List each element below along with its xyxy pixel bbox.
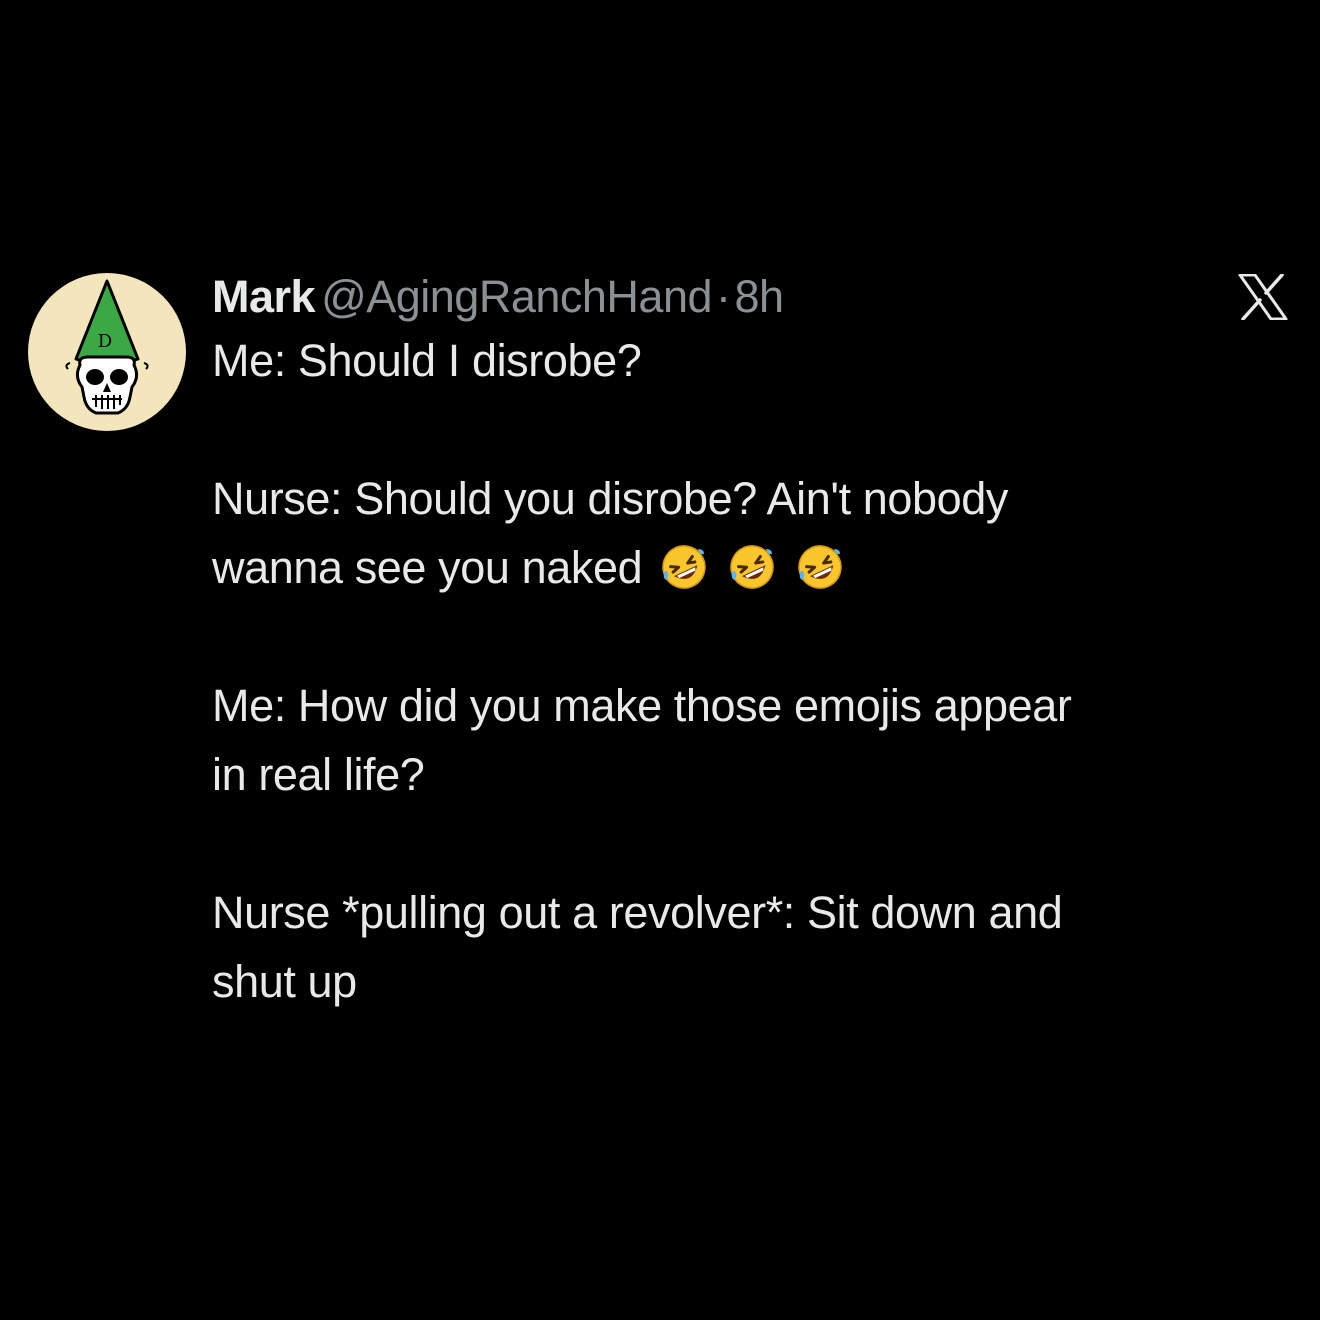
rofl-emoji-icon (796, 541, 844, 589)
text-line: in real life? (212, 749, 425, 800)
text-line: wanna see you naked (212, 542, 643, 593)
text-line: Me: Should I disrobe? (212, 335, 642, 386)
text-line: Me: How did you make those emojis appear (212, 680, 1072, 731)
paragraph-3: Me: How did you make those emojis appear… (212, 671, 1292, 809)
text-line: Nurse: Should you disrobe? Ain't nobody (212, 473, 1009, 524)
tweet-text: Me: Should I disrobe? Nurse: Should you … (212, 326, 1292, 1016)
x-logo-icon[interactable] (1238, 273, 1288, 321)
text-line: shut up (212, 956, 357, 1007)
paragraph-4: Nurse *pulling out a revolver*: Sit down… (212, 878, 1292, 1016)
paragraph-2: Nurse: Should you disrobe? Ain't nobody … (212, 464, 1292, 602)
author-name[interactable]: Mark (212, 271, 316, 322)
author-handle[interactable]: @AgingRanchHand (321, 271, 712, 322)
paragraph-1: Me: Should I disrobe? (212, 326, 1292, 395)
rofl-emoji-icon (728, 541, 776, 589)
tweet-header: Mark @AgingRanchHand·8h (212, 268, 1292, 326)
avatar-hat-letter: D (98, 331, 112, 352)
tweet-content: Mark @AgingRanchHand·8h Me: Should I disr… (212, 268, 1292, 1016)
avatar[interactable]: D (28, 273, 186, 431)
skull-avatar-icon: D (65, 279, 149, 415)
tweet-card: D Mark @AgingRanchHand·8h Me: Should I di… (0, 0, 1320, 1320)
separator-dot: · (716, 271, 731, 322)
timestamp[interactable]: 8h (735, 271, 785, 322)
rofl-emoji-icon (660, 541, 708, 589)
text-line: Nurse *pulling out a revolver*: Sit down… (212, 887, 1063, 938)
